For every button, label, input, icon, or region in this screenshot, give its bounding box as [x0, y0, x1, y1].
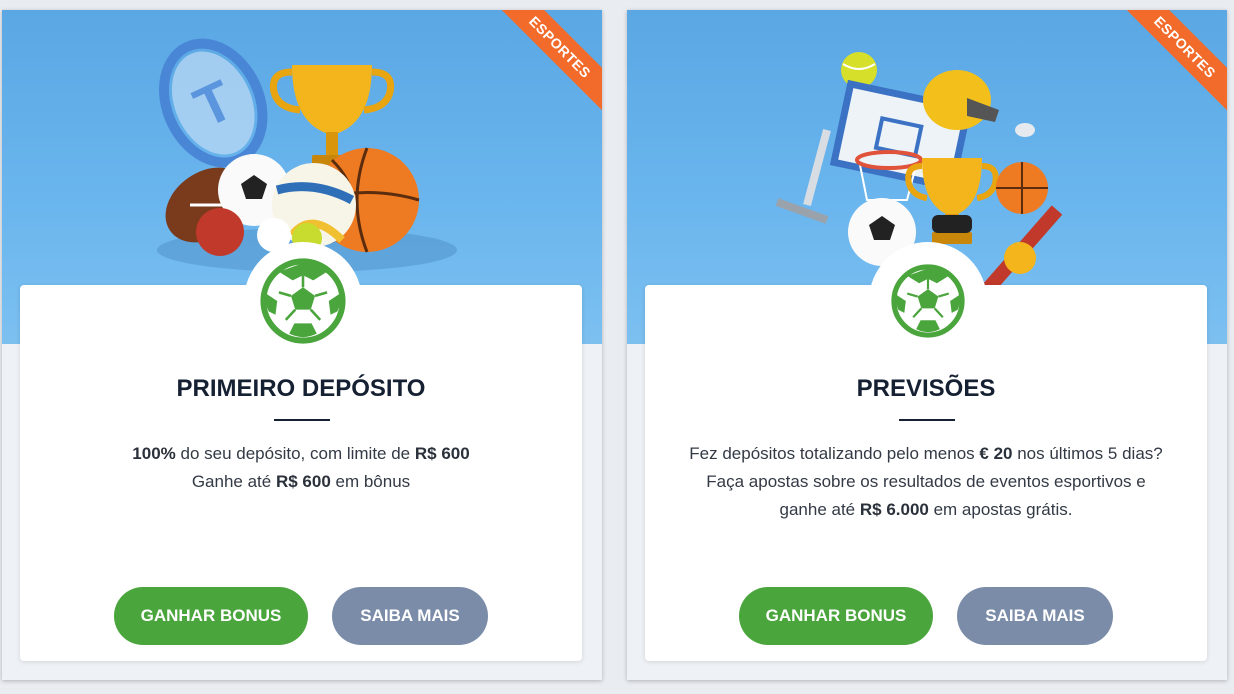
bonus-description: Fez depósitos totalizando pelo menos € 2… [655, 440, 1197, 524]
soccer-ball-icon [869, 242, 987, 360]
description-text: em bônus [330, 472, 411, 491]
soccer-ball-icon [244, 242, 362, 360]
description-text: nos últimos 5 dias? [1012, 444, 1163, 463]
description-text: do seu depósito, com limite de [175, 444, 415, 463]
description-text: Faça apostas sobre os resultados de even… [706, 472, 1146, 491]
description-text: Ganhe até [191, 472, 276, 491]
get-bonus-button[interactable]: GANHAR BONUS [114, 587, 308, 645]
bonus-card-predictions: ESPORTES PREVISÕES Fez depósitos totaliz… [627, 10, 1227, 680]
description-text: em apostas grátis. [928, 500, 1073, 519]
description-line: Fez depósitos totalizando pelo menos € 2… [655, 440, 1197, 468]
bonus-title: PREVISÕES [856, 375, 996, 402]
title-divider [274, 419, 330, 421]
bonus-card-first-deposit: T ESPORTES PRIMEIRO DEPÓSITO 100% do seu… [2, 10, 602, 680]
highlight-text: 100% [132, 444, 176, 463]
highlight-text: R$ 6.000 [859, 500, 929, 519]
get-bonus-button[interactable]: GANHAR BONUS [739, 587, 933, 645]
description-line: Ganhe até R$ 600 em bônus [30, 468, 572, 496]
learn-more-button[interactable]: SAIBA MAIS [957, 587, 1113, 645]
highlight-text: R$ 600 [414, 444, 470, 463]
learn-more-button[interactable]: SAIBA MAIS [332, 587, 488, 645]
bonus-description: 100% do seu depósito, com limite de R$ 6… [30, 440, 572, 496]
description-line: ganhe até R$ 6.000 em apostas grátis. [655, 496, 1197, 524]
highlight-text: € 20 [979, 444, 1013, 463]
description-line: 100% do seu depósito, com limite de R$ 6… [30, 440, 572, 468]
description-text: Fez depósitos totalizando pelo menos [689, 444, 980, 463]
description-line: Faça apostas sobre os resultados de even… [655, 468, 1197, 496]
description-text: ganhe até [779, 500, 860, 519]
bonus-title: PRIMEIRO DEPÓSITO [176, 375, 426, 402]
title-divider [899, 419, 955, 421]
highlight-text: R$ 600 [275, 472, 331, 491]
